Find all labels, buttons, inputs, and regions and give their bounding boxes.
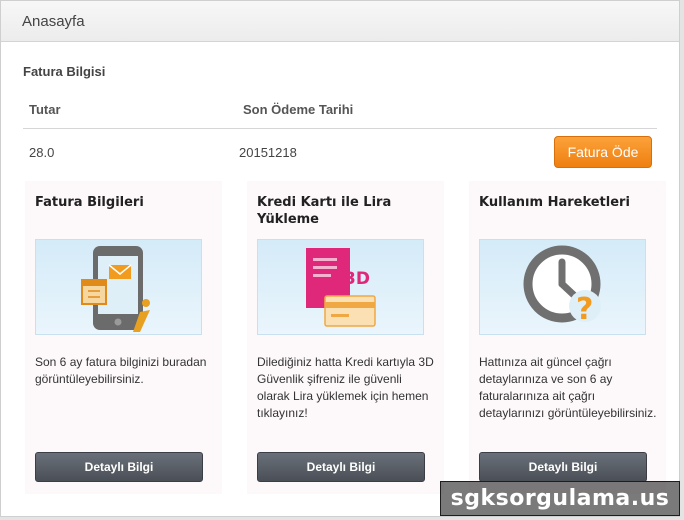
card-description: Hattınıza ait güncel çağrı detaylarınıza… xyxy=(479,355,657,420)
page-title: Anasayfa xyxy=(22,13,85,30)
card-description: Dilediğiniz hatta Kredi kartıyla 3D Güve… xyxy=(257,355,434,420)
table-divider xyxy=(23,128,657,129)
detail-button-invoice[interactable]: Detaylı Bilgi xyxy=(35,452,203,482)
card-credit-card-topup: Kredi Kartı ile Lira Yükleme 3D Dilediği… xyxy=(247,181,444,494)
main-panel: Anasayfa Fatura Bilgisi Tutar Son Ödeme … xyxy=(0,0,680,517)
column-header-amount: Tutar xyxy=(29,102,61,117)
card-title: Kredi Kartı ile Lira Yükleme xyxy=(257,195,392,227)
detail-button-credit-card[interactable]: Detaylı Bilgi xyxy=(257,452,425,482)
watermark-text: sgksorgulama.us xyxy=(440,481,680,516)
svg-text:?: ? xyxy=(576,292,593,327)
invoice-section-title: Fatura Bilgisi xyxy=(23,64,106,79)
svg-text:3D: 3D xyxy=(344,269,370,289)
card-usage-history: Kullanım Hareketleri ? Hattınıza ait gün… xyxy=(469,181,666,494)
detail-button-usage[interactable]: Detaylı Bilgi xyxy=(479,452,647,482)
invoice-amount: 28.0 xyxy=(29,145,55,160)
pay-invoice-button[interactable]: Fatura Öde xyxy=(554,136,652,168)
card-invoice-info: Fatura Bilgileri Son 6 ay fatura bilgini… xyxy=(25,181,222,494)
phone-invoice-icon xyxy=(35,239,202,335)
card-description: Son 6 ay fatura bilginizi buradan görünt… xyxy=(35,355,207,386)
card-title: Kullanım Hareketleri xyxy=(479,195,630,210)
card-title: Fatura Bilgileri xyxy=(35,195,144,210)
credit-card-3d-icon: 3D xyxy=(257,239,424,335)
clock-question-icon: ? xyxy=(479,239,646,335)
page-header: Anasayfa xyxy=(1,1,679,42)
column-header-due-date: Son Ödeme Tarihi xyxy=(243,102,354,117)
invoice-due-date: 20151218 xyxy=(239,145,297,160)
